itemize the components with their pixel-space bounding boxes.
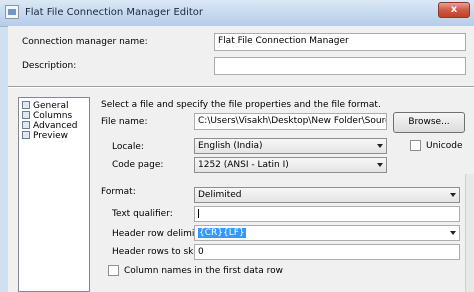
format-label: Format: <box>101 187 136 197</box>
file-name-input[interactable]: C:\Users\Visakh\Desktop\New Folder\Sourc… <box>194 113 387 130</box>
header-rows-to-skip-input[interactable]: 0 <box>194 244 460 260</box>
scrollbar[interactable] <box>465 174 474 292</box>
connection-name-input[interactable]: Flat File Connection Manager <box>214 33 466 51</box>
format-select[interactable]: Delimited <box>194 187 460 203</box>
file-name-label: File name: <box>101 117 148 127</box>
column-names-checkbox[interactable] <box>108 265 119 276</box>
general-page-icon <box>22 101 30 109</box>
chevron-down-icon <box>377 144 383 148</box>
nav-item-columns[interactable]: Columns <box>22 111 72 121</box>
nav-item-preview[interactable]: Preview <box>22 131 68 141</box>
header-rows-to-skip-label: Header rows to skip: <box>112 247 205 257</box>
code-page-select[interactable]: 1252 (ANSI - Latin I) <box>194 157 387 173</box>
chevron-down-icon <box>450 193 456 197</box>
unicode-label: Unicode <box>426 141 463 151</box>
close-button[interactable]: x <box>438 2 470 18</box>
locale-label: Locale: <box>112 142 144 152</box>
description-input[interactable] <box>214 57 466 75</box>
nav-item-advanced[interactable]: Advanced <box>22 121 77 131</box>
connection-name-label: Connection manager name: <box>22 37 148 47</box>
separator <box>8 86 474 88</box>
column-names-label: Column names in the first data row <box>124 266 284 276</box>
header-row-delimiter-select[interactable]: {CR}{LF} <box>194 225 460 241</box>
nav-item-general[interactable]: General <box>22 101 68 111</box>
dialog-body: Connection manager name: Flat File Conne… <box>8 26 474 292</box>
chevron-down-icon <box>377 163 383 167</box>
description-label: Description: <box>22 61 77 71</box>
app-icon <box>5 5 19 19</box>
unicode-checkbox[interactable] <box>410 140 421 151</box>
header-row-delimiter-value: {CR}{LF} <box>198 228 246 238</box>
close-icon: x <box>450 4 458 15</box>
page-navigation-pane: General Columns Advanced Preview <box>18 97 90 292</box>
preview-page-icon <box>22 131 30 139</box>
columns-page-icon <box>22 111 30 119</box>
title-bar: Flat File Connection Manager Editor <box>0 0 474 27</box>
text-cursor <box>198 209 199 218</box>
code-page-label: Code page: <box>112 160 164 170</box>
text-qualifier-label: Text qualifier: <box>112 209 173 219</box>
text-qualifier-input[interactable] <box>194 206 460 222</box>
advanced-page-icon <box>22 121 30 129</box>
chevron-down-icon <box>450 231 456 235</box>
locale-select[interactable]: English (India) <box>194 138 387 154</box>
browse-button[interactable]: Browse... <box>393 112 465 133</box>
general-instruction: Select a file and specify the file prope… <box>101 100 381 110</box>
window-title: Flat File Connection Manager Editor <box>25 7 204 18</box>
